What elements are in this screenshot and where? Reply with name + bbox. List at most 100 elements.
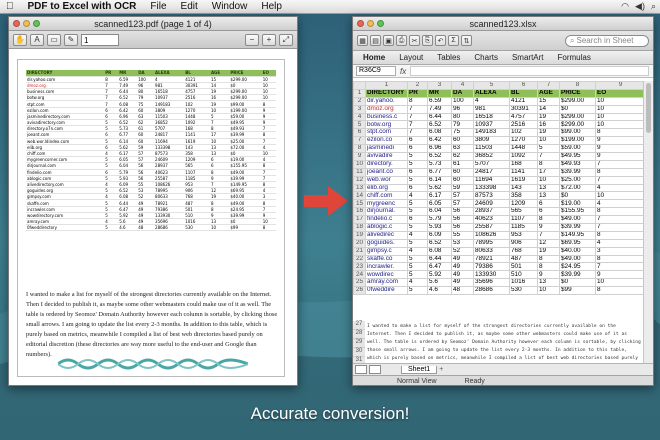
cell[interactable]: 6.59 (427, 96, 452, 106)
tab-formulas[interactable]: Formulas (558, 53, 591, 62)
cell[interactable]: 10 (595, 96, 645, 106)
cell[interactable]: 49 (451, 278, 474, 288)
header-cell[interactable]: EO (595, 88, 645, 98)
cell[interactable]: 79386 (473, 262, 510, 272)
column-header[interactable]: 4 (451, 81, 474, 90)
cell[interactable]: 5707 (473, 159, 510, 169)
cell[interactable]: $199.00 (559, 136, 596, 146)
cell[interactable]: 57 (451, 191, 474, 201)
cell[interactable]: $59.00 (559, 144, 596, 154)
cell[interactable]: 4.6 (427, 286, 452, 296)
formula-input[interactable] (410, 66, 649, 76)
tab-tables[interactable]: Tables (437, 53, 460, 62)
cell[interactable]: $0 (559, 191, 596, 201)
cell[interactable]: stpt.com (365, 128, 408, 138)
pencil-icon[interactable]: ✎ (64, 33, 78, 46)
select-all-corner[interactable] (353, 81, 366, 90)
cell[interactable]: 4 (595, 238, 645, 248)
cell[interactable]: 4 (407, 278, 428, 288)
row-number[interactable]: 26 (353, 286, 366, 296)
cell[interactable]: $24.95 (559, 262, 596, 272)
cell[interactable]: 62 (451, 152, 474, 161)
print-icon[interactable]: ⎙ (396, 35, 407, 46)
pdf-titlebar[interactable]: scanned123.pdf (page 1 of 4) (9, 17, 297, 31)
wifi-icon[interactable]: ◠ (621, 1, 629, 12)
cell[interactable]: 8 (595, 167, 645, 177)
hand-tool-icon[interactable]: ✋ (13, 33, 27, 46)
tab-home[interactable]: Home (363, 53, 385, 62)
column-header[interactable]: 5 (473, 81, 510, 90)
cell[interactable]: 15 (537, 96, 560, 106)
cell[interactable]: $299.00 (559, 96, 596, 106)
name-box[interactable]: R36C9 (356, 66, 396, 76)
cell[interactable]: amray.com (365, 278, 408, 288)
cell[interactable]: 6.96 (427, 144, 452, 154)
row-number[interactable]: 9 (353, 152, 366, 161)
cell[interactable]: $39.99 (559, 167, 596, 177)
cell[interactable]: $149.95 (559, 230, 596, 240)
cell[interactable]: 5.79 (427, 215, 452, 225)
cell[interactable]: 79 (451, 120, 474, 130)
cell[interactable]: 7 (537, 152, 560, 161)
fit-icon[interactable]: ⤢ (279, 33, 293, 46)
cell[interactable]: 6.52 (427, 120, 452, 130)
cell[interactable]: gimpsy.c (365, 246, 408, 256)
cell[interactable]: 8 (595, 230, 645, 240)
cell[interactable]: 4 (595, 183, 645, 193)
cell[interactable]: 1209 (509, 199, 538, 209)
cell[interactable]: 5.62 (427, 183, 452, 193)
cell[interactable]: 60 (451, 136, 474, 146)
cell[interactable]: 10 (595, 278, 645, 288)
undo-icon[interactable]: ↶ (435, 35, 446, 46)
cell[interactable]: 56 (451, 207, 474, 217)
cell[interactable]: 5 (407, 262, 428, 272)
cell[interactable]: 8 (537, 262, 560, 272)
row-number[interactable]: 21 (353, 246, 366, 256)
cell[interactable]: 14 (537, 104, 560, 114)
cell[interactable]: 1092 (509, 152, 538, 161)
volume-icon[interactable]: ◀) (635, 1, 645, 12)
column-header[interactable]: 9 (595, 81, 645, 90)
cell[interactable]: 487 (509, 254, 538, 264)
cell[interactable]: 1270 (509, 136, 538, 146)
cell[interactable]: elib.org (365, 183, 408, 193)
cell[interactable]: 13 (537, 183, 560, 193)
cell[interactable]: $0 (559, 104, 596, 114)
cell[interactable]: 19 (537, 128, 560, 138)
cell[interactable]: 8 (595, 207, 645, 217)
cell[interactable]: 1185 (509, 223, 538, 232)
cell[interactable]: 25587 (473, 223, 510, 232)
cell[interactable]: 80 (451, 112, 474, 122)
cell[interactable]: 7 (407, 128, 428, 138)
menu-help[interactable]: Help (261, 1, 282, 12)
marquee-icon[interactable]: ▭ (47, 33, 61, 46)
cell[interactable]: 7 (595, 159, 645, 169)
cell[interactable]: 8 (537, 254, 560, 264)
cell[interactable]: 57 (451, 199, 474, 209)
cell[interactable]: 5.93 (427, 223, 452, 232)
cell[interactable]: 8 (595, 254, 645, 264)
header-cell[interactable]: ALEXA (473, 88, 510, 98)
cell[interactable]: 6 (537, 207, 560, 217)
cell[interactable]: $39.99 (559, 223, 596, 232)
row-number[interactable]: 23 (353, 262, 366, 272)
cell[interactable]: 13 (537, 191, 560, 201)
sort-icon[interactable]: ⇅ (461, 35, 472, 46)
cell[interactable]: 56 (451, 215, 474, 225)
cell[interactable]: 49 (451, 254, 474, 264)
excel-table[interactable]: 1 2 3 4 5 6 7 8 9 1 DIRECTORY PR MR DA ALEXA BL AGE PRICE… (353, 81, 645, 296)
cell[interactable]: 7 (595, 215, 645, 225)
cell[interactable]: ezilon.co (365, 136, 408, 146)
cell[interactable]: $39.99 (559, 270, 596, 280)
cell[interactable]: 6 (407, 144, 428, 154)
cell[interactable]: 19 (537, 246, 560, 256)
cell[interactable]: ablogic.c (365, 223, 408, 232)
cell[interactable]: 6 (407, 167, 428, 177)
cell[interactable]: 11694 (473, 175, 510, 185)
save-icon[interactable]: ▣ (383, 35, 394, 46)
text-select-icon[interactable]: A (30, 33, 44, 46)
tab-layout[interactable]: Layout (399, 53, 423, 62)
cell[interactable]: avivadire (365, 152, 408, 161)
cell[interactable]: 6.14 (427, 175, 452, 185)
cell[interactable]: 12 (537, 238, 560, 248)
